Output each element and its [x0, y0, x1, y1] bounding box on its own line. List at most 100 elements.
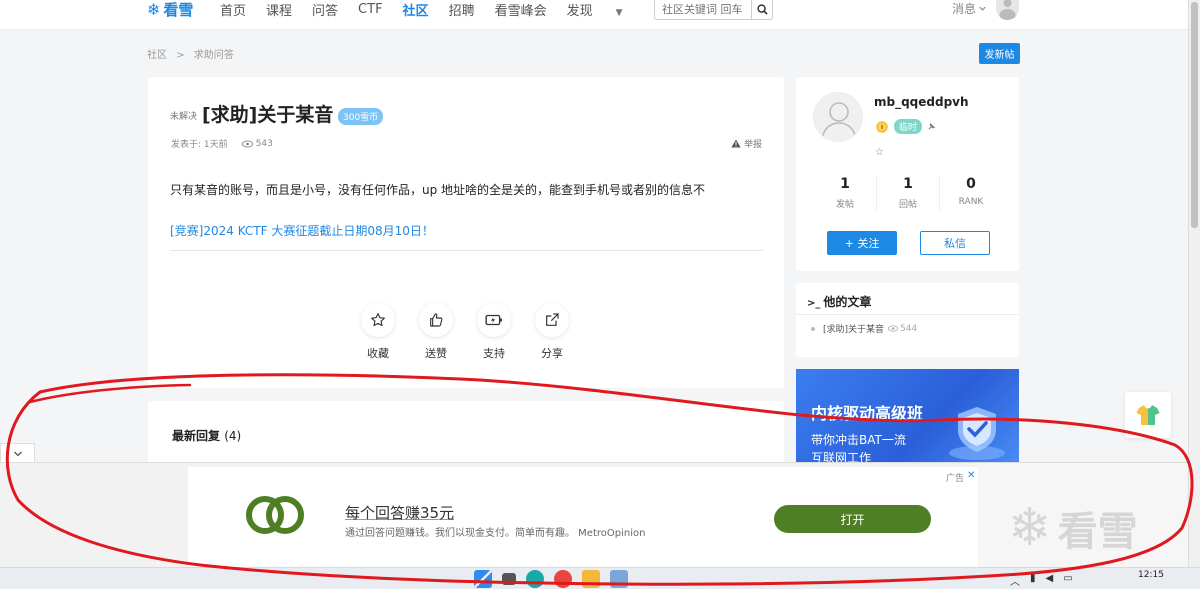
new-post-button[interactable]: 发新帖: [979, 43, 1020, 64]
share-button[interactable]: 分享: [534, 303, 570, 361]
search-button[interactable]: [751, 0, 772, 19]
terminal-icon: >_: [807, 298, 821, 309]
scrollbar-thumb[interactable]: [1191, 2, 1198, 228]
floating-tshirt-button[interactable]: [1125, 392, 1171, 438]
nav-item-ctf[interactable]: CTF: [358, 2, 383, 17]
support-button[interactable]: 支持: [476, 303, 512, 361]
warning-icon: [731, 139, 741, 148]
messages-menu[interactable]: 消息: [952, 0, 987, 16]
search-input[interactable]: [655, 0, 751, 18]
author-stats: 1 发帖 1 回帖 0 RANK: [814, 176, 1002, 210]
share-circle: [535, 303, 569, 337]
favorite-button[interactable]: 收藏: [360, 303, 396, 361]
articles-title: 他的文章: [823, 295, 872, 309]
site-watermark: ❄ 看雪: [1008, 498, 1138, 558]
taskbar-clock[interactable]: 12:15: [1138, 570, 1164, 580]
nav-item-home[interactable]: 首页: [220, 0, 246, 19]
post-divider: [170, 250, 763, 251]
nav-item-summit[interactable]: 看雪峰会: [495, 0, 547, 19]
like-button[interactable]: 送赞: [418, 303, 454, 361]
private-message-button[interactable]: 私信: [920, 231, 990, 255]
battery-charge-icon: [485, 314, 502, 326]
article-title: [求助]关于某音: [823, 325, 885, 335]
support-label: 支持: [483, 347, 505, 360]
watermark-text: 看雪: [1057, 509, 1138, 555]
stat-rank-label: RANK: [958, 197, 984, 207]
ad-title[interactable]: 每个回答赚35元: [345, 502, 454, 523]
site-logo[interactable]: ❄ 看雪: [147, 0, 193, 19]
stat-rank-num: 0: [966, 176, 976, 192]
network-icon[interactable]: ▮: [1030, 573, 1036, 588]
ad-description: 通过回答问题赚钱。我们以现金支付。简单而有趣。 MetroOpinion: [345, 528, 646, 539]
battery-icon[interactable]: ▭: [1063, 573, 1072, 588]
breadcrumb-root[interactable]: 社区: [147, 50, 167, 61]
eye-icon: [888, 325, 899, 332]
pin-icon: [928, 122, 936, 130]
edge-icon[interactable]: [526, 570, 544, 588]
ad-label: 广告: [946, 474, 965, 484]
coin-badge: 300雪币: [338, 108, 384, 125]
course-promo-banner[interactable]: 内核驱动高级班 带你冲击BAT一流 互联网工作: [796, 369, 1019, 465]
snowflake-icon: ❄: [147, 0, 161, 19]
like-circle: [419, 303, 453, 337]
nav-item-community[interactable]: 社区: [403, 0, 429, 19]
folder-icon[interactable]: [582, 570, 600, 588]
user-avatar-top[interactable]: [996, 0, 1019, 20]
ad-close-button[interactable]: ✕: [967, 470, 975, 481]
taskview-icon[interactable]: [502, 573, 516, 585]
search-box: [654, 0, 773, 20]
post-status: 未解决: [170, 112, 198, 122]
replies-title-text: 最新回复: [172, 429, 221, 443]
os-taskbar: ︿ ▮ ◀ ▭ 12:15: [0, 567, 1200, 589]
ad-open-button[interactable]: 打开: [774, 505, 931, 533]
nav-item-courses[interactable]: 课程: [266, 0, 292, 19]
breadcrumb-current[interactable]: 求助问答: [194, 50, 234, 61]
thumbs-up-icon: [430, 313, 443, 327]
stat-posts[interactable]: 1 发帖: [814, 176, 877, 210]
nav-item-discover[interactable]: 发现 ▼: [567, 0, 643, 19]
stat-replies[interactable]: 1 回帖: [877, 176, 940, 210]
articles-heading: >_ 他的文章: [807, 293, 871, 310]
stat-rank[interactable]: 0 RANK: [940, 176, 1002, 210]
ad-content[interactable]: 广告 ✕ 每个回答赚35元 通过回答问题赚钱。我们以现金支付。简单而有趣。 Me…: [188, 467, 978, 567]
article-views-count: 544: [900, 323, 918, 334]
app2-icon[interactable]: [610, 570, 628, 588]
top-navbar: ❄ 看雪 首页 课程 问答 CTF 社区 招聘 看雪峰会 发现 ▼ 消息: [0, 0, 1188, 30]
volume-icon[interactable]: ◀: [1046, 573, 1054, 588]
stat-replies-num: 1: [903, 176, 913, 192]
promo-title: 内核驱动高级班: [811, 404, 924, 423]
post-actions: 收藏 送赞 支持 分享: [360, 303, 570, 361]
tshirt-icon: [1136, 405, 1160, 425]
post-date: 发表于: 1天前: [171, 140, 228, 150]
medal-icon: [876, 121, 888, 133]
promo-subtitle-1: 带你冲击BAT一流: [811, 433, 906, 447]
list-item[interactable]: [求助]关于某音 544: [811, 322, 917, 335]
author-avatar[interactable]: [813, 92, 863, 142]
articles-divider: [796, 314, 1019, 315]
app-icon[interactable]: [554, 570, 572, 588]
post-views: 543: [241, 139, 273, 149]
metroopinion-logo: [246, 496, 304, 534]
windows-start-icon[interactable]: [474, 570, 492, 588]
author-articles-card: >_ 他的文章 [求助]关于某音 544: [796, 283, 1019, 357]
post-body: 只有某音的账号，而且是小号，没有任何作品，up 地址啥的全是关的，能查到手机号或…: [170, 183, 706, 197]
taskbar-apps: [474, 570, 628, 588]
contest-link[interactable]: [竞赛]2024 KCTF 大赛征题截止日期08月10日！: [170, 222, 434, 239]
vertical-scrollbar[interactable]: [1188, 0, 1200, 567]
nav-item-qa[interactable]: 问答: [312, 0, 338, 19]
chevron-down-icon: [13, 451, 22, 456]
nav-item-discover-label: 发现: [566, 3, 593, 19]
bullet-icon: [811, 326, 815, 331]
nav-item-jobs[interactable]: 招聘: [449, 0, 475, 19]
replies-card: 最新回复 (4): [148, 401, 784, 471]
chevron-up-icon[interactable]: ︿: [1010, 573, 1020, 588]
share-icon: [546, 313, 559, 326]
caret-down-icon: ▼: [615, 7, 623, 18]
ad-collapse-toggle[interactable]: [0, 443, 35, 463]
replies-count: (4): [224, 429, 242, 443]
favorite-label: 收藏: [367, 347, 389, 360]
author-name[interactable]: mb_qqeddpvh: [874, 95, 969, 109]
report-link[interactable]: 举报: [731, 137, 762, 150]
follow-button[interactable]: + 关注: [827, 231, 897, 255]
star-icon: [371, 313, 385, 327]
